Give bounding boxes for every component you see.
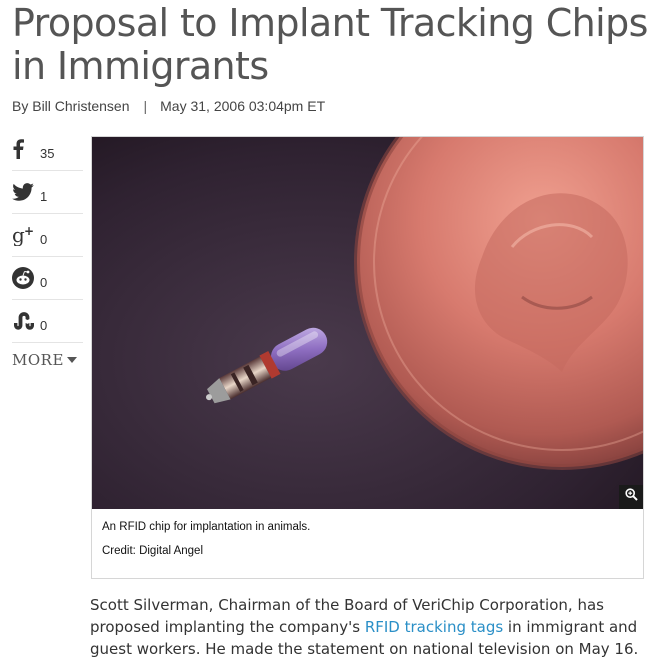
google-plus-icon: g +: [12, 222, 38, 248]
caret-down-icon: [66, 357, 77, 363]
stumbleupon-icon: [12, 308, 38, 334]
share-count-facebook: 35: [40, 145, 55, 161]
article-page: Proposal to Implant Tracking Chips in Im…: [0, 0, 667, 668]
svg-text:+: +: [24, 224, 34, 238]
byline: By Bill Christensen | May 31, 2006 03:04pm…: [12, 98, 325, 114]
share-count-google-plus: 0: [40, 231, 48, 247]
byline-separator: |: [143, 98, 148, 114]
zoom-in-icon: [624, 488, 638, 506]
article-title: Proposal to Implant Tracking Chips in Im…: [12, 1, 648, 88]
share-bar: 35 1 g + 0 0 0 MORE: [12, 128, 83, 377]
share-count-stumbleupon: 0: [40, 317, 48, 333]
share-more-button[interactable]: MORE: [12, 343, 83, 377]
facebook-icon: [12, 136, 38, 162]
share-reddit-button[interactable]: 0: [12, 257, 83, 300]
reddit-icon: [12, 265, 38, 291]
byline-author[interactable]: By Bill Christensen: [12, 98, 130, 114]
share-count-twitter: 1: [40, 188, 48, 204]
share-twitter-button[interactable]: 1: [12, 171, 83, 214]
figure-credit: Credit: Digital Angel: [102, 545, 203, 557]
share-google-plus-button[interactable]: g + 0: [12, 214, 83, 257]
rfid-tracking-tags-link[interactable]: RFID tracking tags: [365, 618, 503, 636]
byline-date: May 31, 2006 03:04pm ET: [160, 98, 326, 114]
article-body-paragraph: Scott Silverman, Chairman of the Board o…: [90, 594, 650, 660]
twitter-icon: [12, 179, 38, 205]
share-more-label: MORE: [12, 351, 64, 369]
zoom-in-button[interactable]: [619, 485, 643, 509]
figure-caption: An RFID chip for implantation in animals…: [102, 521, 311, 533]
article-figure: An RFID chip for implantation in animals…: [91, 136, 644, 579]
share-stumbleupon-button[interactable]: 0: [12, 300, 83, 343]
share-count-reddit: 0: [40, 274, 48, 290]
rfid-chip-photo[interactable]: [92, 137, 643, 509]
share-facebook-button[interactable]: 35: [12, 128, 83, 171]
